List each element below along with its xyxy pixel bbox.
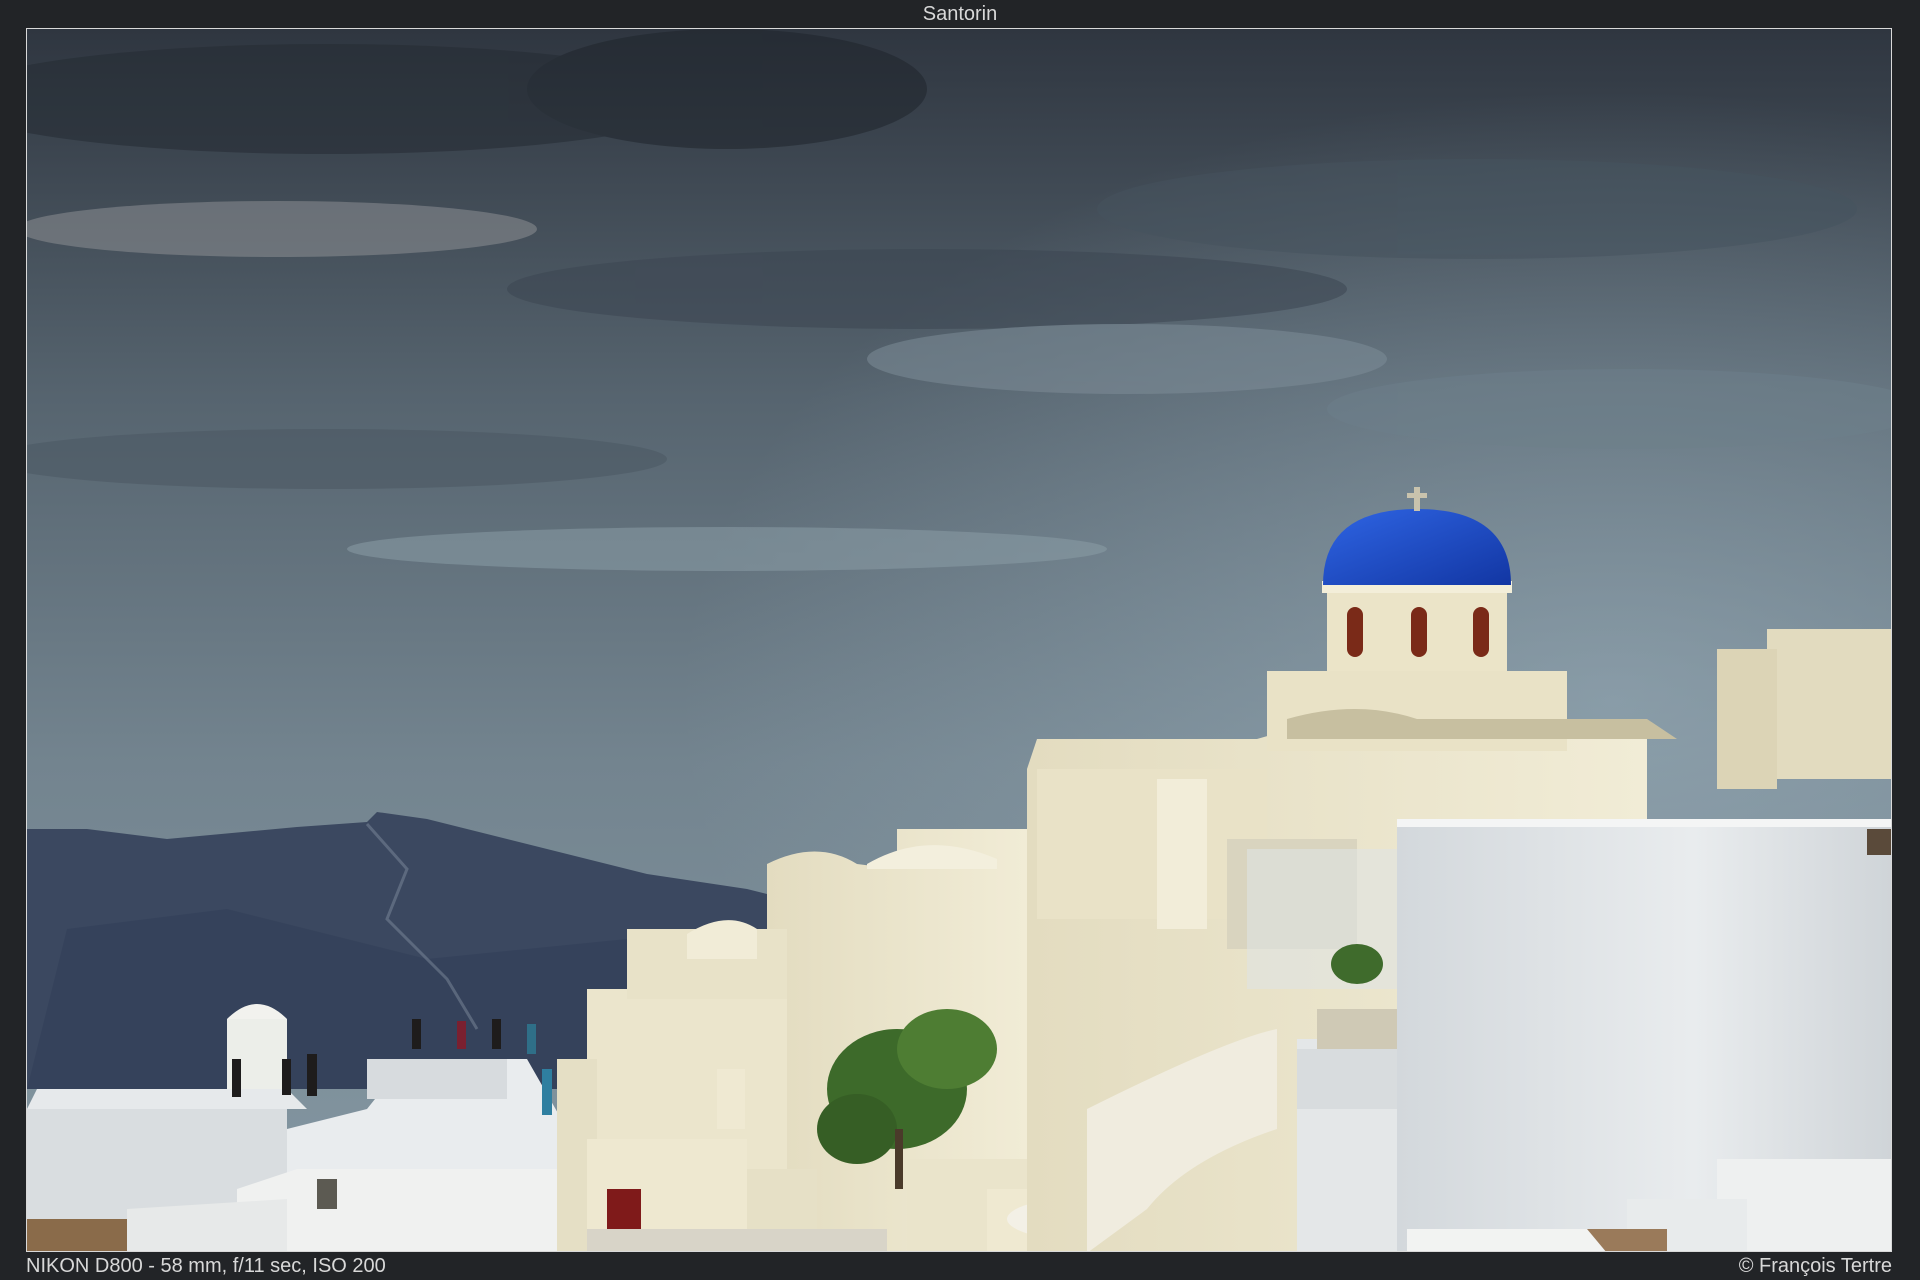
- exif-caption: NIKON D800 - 58 mm, f/11 sec, ISO 200: [26, 1255, 386, 1277]
- photo-frame: [26, 28, 1892, 1252]
- copyright-caption: © François Tertre: [1738, 1255, 1892, 1277]
- photo: [27, 29, 1891, 1251]
- photo-title: Santorin: [922, 3, 998, 25]
